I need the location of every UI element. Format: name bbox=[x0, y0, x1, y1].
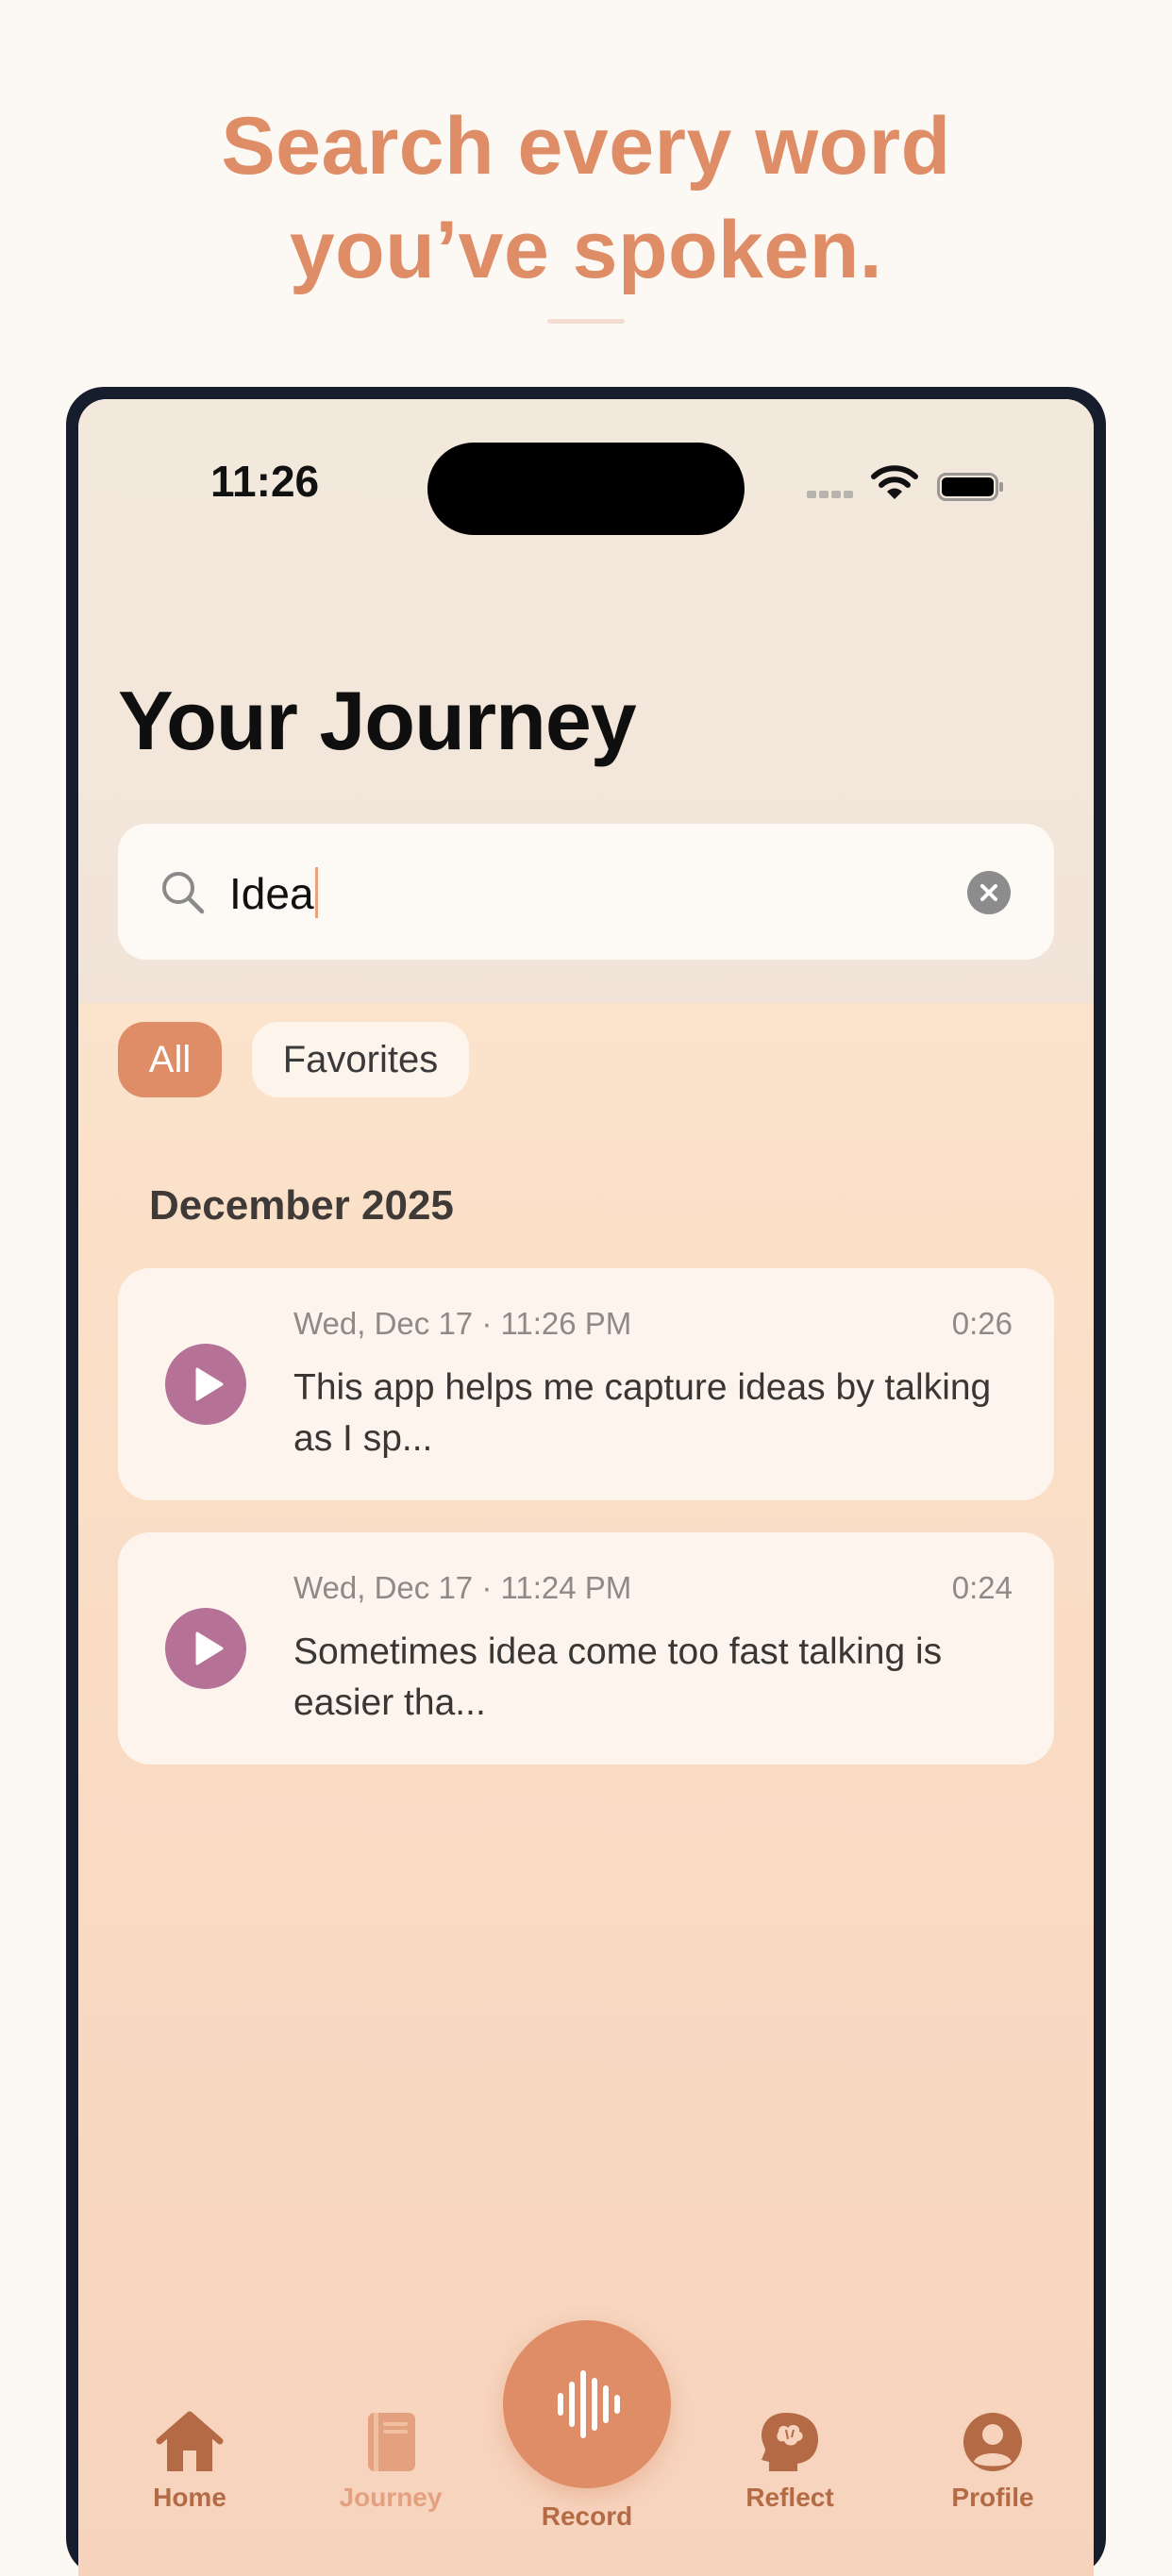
cellular-signal-icon bbox=[807, 486, 856, 503]
tab-reflect[interactable]: Reflect bbox=[705, 2409, 875, 2513]
house-icon bbox=[156, 2411, 224, 2471]
search-value-text: Idea bbox=[229, 869, 314, 918]
tab-profile-label: Profile bbox=[951, 2483, 1034, 2512]
wifi-icon bbox=[871, 465, 918, 499]
entry-duration: 0:26 bbox=[951, 1306, 1013, 1341]
filter-chip-all[interactable]: All bbox=[118, 1022, 222, 1097]
tab-record-label-container[interactable]: Record bbox=[502, 2494, 672, 2532]
tab-home-label: Home bbox=[153, 2483, 226, 2512]
entry-timestamp: Wed, Dec 17 · 11:26 PM bbox=[293, 1306, 632, 1341]
play-button[interactable] bbox=[165, 1608, 246, 1689]
record-button[interactable] bbox=[503, 2320, 671, 2488]
status-time: 11:26 bbox=[210, 457, 320, 506]
waveform-icon bbox=[558, 2370, 620, 2438]
filter-chip-favorites[interactable]: Favorites bbox=[252, 1022, 469, 1097]
tab-journey[interactable]: Journey bbox=[306, 2409, 476, 2513]
tab-record-label: Record bbox=[541, 2501, 633, 2531]
search-icon bbox=[162, 872, 205, 914]
search-bar[interactable]: Idea bbox=[118, 824, 1054, 960]
play-icon bbox=[195, 1367, 224, 1401]
phone-frame: 11:26 Your Journey Idea All Favorites De… bbox=[66, 387, 1106, 2576]
dynamic-island bbox=[427, 443, 745, 535]
section-title: December 2025 bbox=[149, 1182, 454, 1229]
headline-divider bbox=[547, 319, 625, 324]
search-input[interactable]: Idea bbox=[229, 867, 318, 919]
play-button[interactable] bbox=[165, 1344, 246, 1425]
entry-duration: 0:24 bbox=[951, 1570, 1013, 1605]
clear-icon bbox=[980, 884, 997, 901]
page-title: Your Journey bbox=[118, 674, 637, 767]
app-screen: 11:26 Your Journey Idea All Favorites De… bbox=[78, 399, 1094, 2576]
tab-reflect-label: Reflect bbox=[745, 2483, 834, 2512]
text-caret bbox=[314, 867, 318, 918]
headline-line-1: Search every word bbox=[221, 101, 951, 192]
entry-transcript-preview: This app helps me capture ideas by talki… bbox=[293, 1367, 992, 1459]
clear-search-button[interactable] bbox=[967, 871, 1011, 914]
tab-profile[interactable]: Profile bbox=[908, 2409, 1078, 2513]
entry-transcript-preview: Sometimes idea come too fast talking is … bbox=[293, 1631, 943, 1723]
tab-bar: Home Journey Record Reflect Profile bbox=[78, 2286, 1094, 2576]
journal-entry-card[interactable]: Wed, Dec 17 · 11:26 PM 0:26 This app hel… bbox=[118, 1268, 1054, 1500]
entry-timestamp: Wed, Dec 17 · 11:24 PM bbox=[293, 1570, 632, 1605]
marketing-headline: Search every word you’ve spoken. bbox=[0, 94, 1172, 302]
tab-home[interactable]: Home bbox=[105, 2409, 275, 2513]
tab-journey-label: Journey bbox=[339, 2483, 443, 2512]
journal-entry-card[interactable]: Wed, Dec 17 · 11:24 PM 0:24 Sometimes id… bbox=[118, 1532, 1054, 1765]
play-icon bbox=[195, 1631, 224, 1665]
brain-head-icon bbox=[762, 2413, 818, 2471]
battery-icon bbox=[937, 473, 1003, 501]
person-circle-icon bbox=[963, 2413, 1022, 2471]
book-icon bbox=[368, 2413, 415, 2471]
headline-line-2: you’ve spoken. bbox=[289, 205, 883, 295]
